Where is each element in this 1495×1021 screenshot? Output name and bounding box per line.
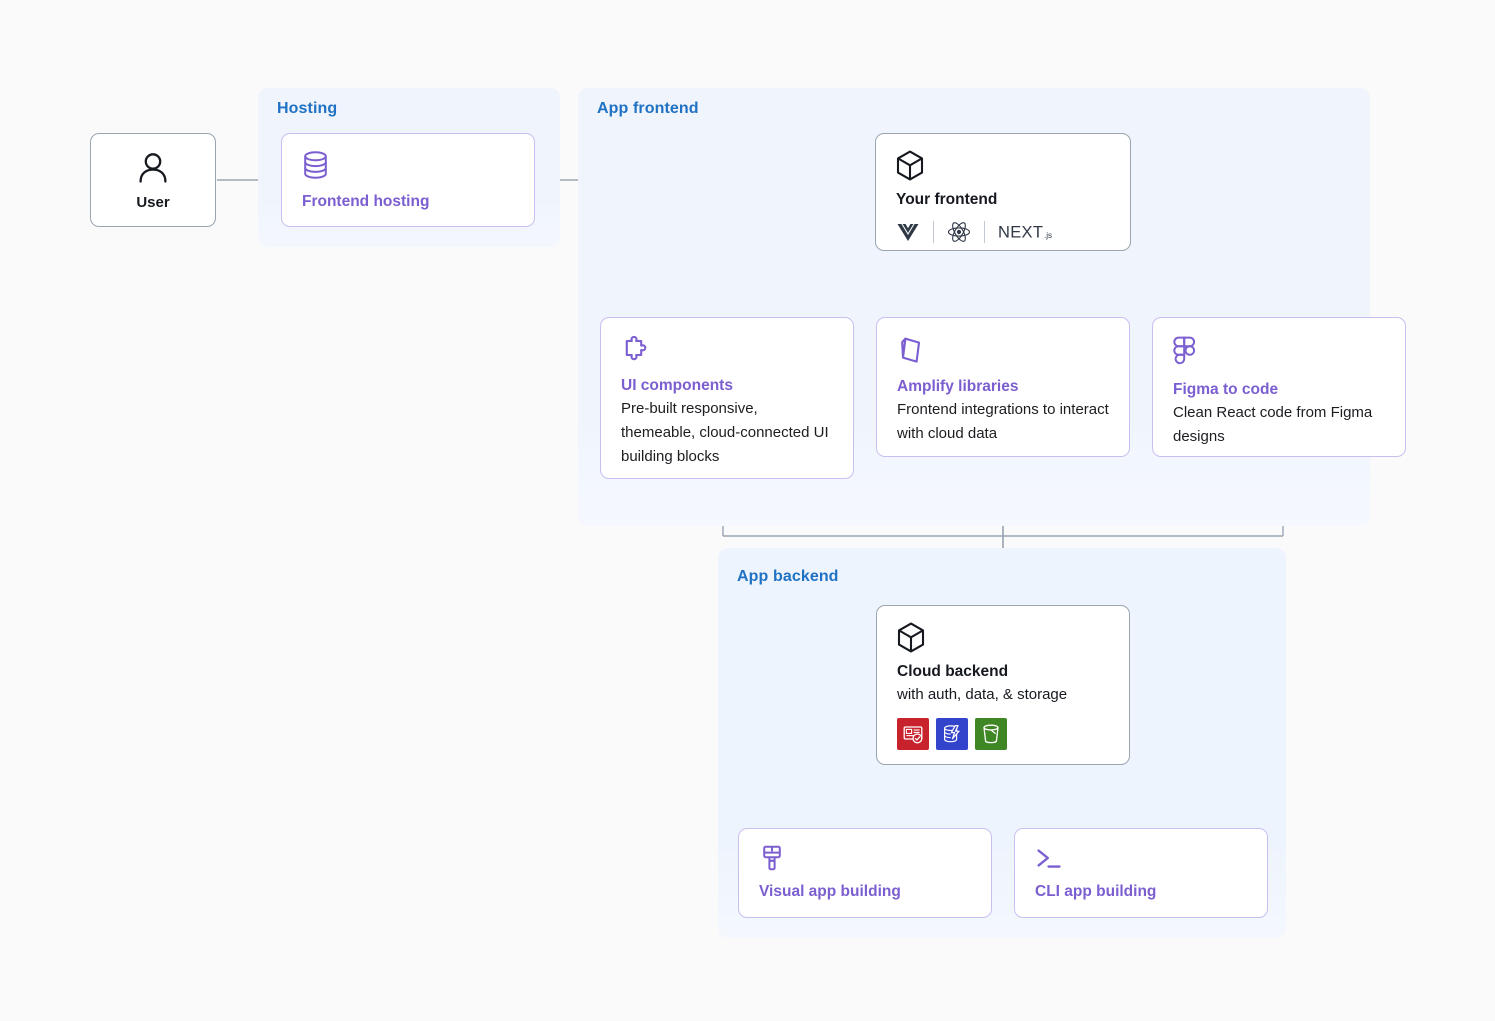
logo-divider-2 xyxy=(984,221,985,244)
logo-divider-1 xyxy=(933,221,934,244)
cloud-backend-title: Cloud backend xyxy=(897,663,1009,680)
dynamodb-icon xyxy=(936,718,968,751)
tech-logo-row: NEXT .js xyxy=(896,221,1110,244)
paintbrush-icon xyxy=(759,845,971,873)
cube-icon xyxy=(897,622,1109,653)
nextjs-logo: NEXT .js xyxy=(998,222,1064,242)
cli-app-building-title: CLI app building xyxy=(1035,883,1157,900)
ui-components-title: UI components xyxy=(621,377,733,394)
amplify-libraries-description: Frontend integrations to interact with c… xyxy=(897,401,1109,443)
svg-text:NEXT: NEXT xyxy=(998,224,1043,242)
node-user[interactable]: User xyxy=(90,133,216,227)
figma-to-code-title: Figma to code xyxy=(1173,381,1279,398)
amplify-libraries-title: Amplify libraries xyxy=(897,378,1019,395)
diagram-canvas: Hosting App frontend App backend User Fr… xyxy=(0,0,1495,1021)
frontend-hosting-title: Frontend hosting xyxy=(302,193,430,210)
user-label: User xyxy=(136,193,170,211)
figma-to-code-description: Clean React code from Figma designs xyxy=(1173,404,1373,446)
node-cloud-backend[interactable]: Cloud backend with auth, data, & storage xyxy=(876,605,1130,765)
node-frontend-hosting[interactable]: Frontend hosting xyxy=(281,133,535,227)
cube-icon xyxy=(896,150,1110,181)
terminal-prompt-icon xyxy=(1035,845,1247,873)
s3-icon xyxy=(975,718,1007,751)
box-outline-icon xyxy=(897,336,1109,365)
svg-text:.js: .js xyxy=(1044,232,1052,241)
vue-logo xyxy=(896,222,920,242)
ui-components-description: Pre-built responsive, themeable, cloud-c… xyxy=(621,400,829,465)
node-visual-app-building[interactable]: Visual app building xyxy=(738,828,992,918)
node-cli-app-building[interactable]: CLI app building xyxy=(1014,828,1268,918)
puzzle-piece-icon xyxy=(621,336,833,364)
node-amplify-libraries[interactable]: Amplify libraries Frontend integrations … xyxy=(876,317,1130,457)
node-your-frontend[interactable]: Your frontend NEXT .js xyxy=(875,133,1131,251)
user-icon xyxy=(136,150,170,186)
group-label-app-frontend: App frontend xyxy=(597,100,699,117)
visual-app-building-title: Visual app building xyxy=(759,883,901,900)
node-figma-to-code[interactable]: Figma to code Clean React code from Figm… xyxy=(1152,317,1406,457)
group-label-app-backend: App backend xyxy=(737,568,839,585)
aws-services-row xyxy=(897,718,1109,751)
cognito-icon xyxy=(897,718,929,751)
group-label-hosting: Hosting xyxy=(277,100,338,117)
figma-icon xyxy=(1173,336,1385,368)
cloud-backend-subtitle: with auth, data, & storage xyxy=(897,686,1068,704)
your-frontend-title: Your frontend xyxy=(896,191,998,208)
database-stack-icon xyxy=(302,150,514,180)
node-ui-components[interactable]: UI components Pre-built responsive, them… xyxy=(600,317,854,479)
react-logo xyxy=(947,221,971,243)
